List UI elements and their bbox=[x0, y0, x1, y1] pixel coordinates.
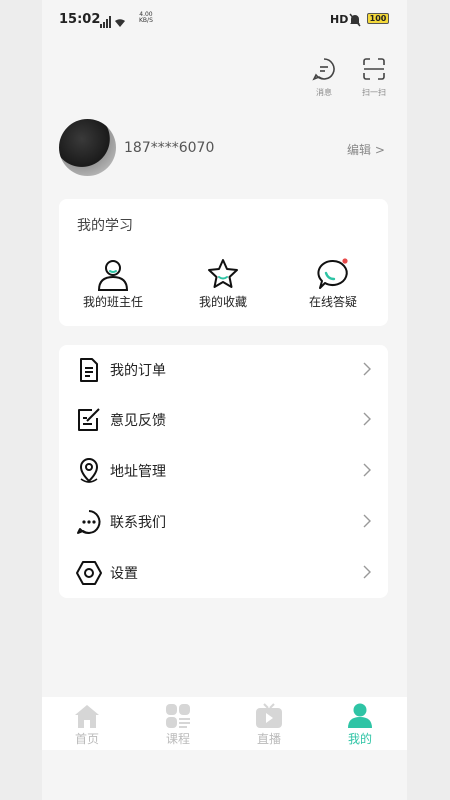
tab-live[interactable]: 直播 bbox=[239, 703, 299, 747]
settings-hexagon-icon bbox=[75, 559, 103, 587]
person-icon bbox=[63, 257, 163, 291]
status-bar: 15:02 4.00 KB/S HD 100 bbox=[42, 0, 407, 40]
document-icon bbox=[75, 356, 103, 384]
my-head-teacher-label: 我的班主任 bbox=[82, 295, 143, 309]
my-learning-card: 我的学习 我的班主任 我的收藏 在线答疑 bbox=[59, 199, 388, 326]
chevron-right-icon bbox=[362, 411, 372, 431]
menu-item-label: 意见反馈 bbox=[110, 413, 166, 429]
hd-indicator: HD bbox=[330, 13, 349, 26]
online-qa-button[interactable]: 在线答疑 bbox=[283, 257, 383, 310]
avatar[interactable] bbox=[59, 119, 116, 176]
tab-mine-label: 我的 bbox=[347, 732, 372, 746]
menu-item-orders[interactable]: 我的订单 bbox=[59, 345, 388, 395]
chat-bubble-icon bbox=[283, 257, 383, 291]
my-head-teacher-button[interactable]: 我的班主任 bbox=[63, 257, 163, 310]
tab-courses-label: 课程 bbox=[165, 732, 190, 746]
net-speed-unit: KB/S bbox=[139, 17, 153, 24]
home-icon bbox=[57, 703, 117, 729]
status-time: 15:02 bbox=[59, 12, 101, 27]
menu-item-label: 我的订单 bbox=[110, 363, 166, 379]
tab-home-label: 首页 bbox=[74, 732, 99, 746]
tab-live-label: 直播 bbox=[256, 732, 281, 746]
scan-button[interactable]: 扫一扫 bbox=[360, 57, 388, 98]
menu-item-label: 联系我们 bbox=[110, 515, 166, 531]
net-speed: 4.00 KB/S bbox=[139, 12, 153, 24]
message-icon bbox=[312, 58, 336, 85]
signal-wifi-icon bbox=[100, 13, 136, 32]
tab-mine[interactable]: 我的 bbox=[330, 703, 390, 747]
scan-icon bbox=[362, 58, 386, 85]
menu-item-settings[interactable]: 设置 bbox=[59, 548, 388, 598]
chevron-right-icon bbox=[362, 513, 372, 533]
edit-profile-link[interactable]: 编辑 > bbox=[347, 141, 385, 158]
feedback-edit-icon bbox=[75, 406, 103, 434]
menu-item-label: 设置 bbox=[110, 566, 138, 582]
location-pin-icon bbox=[75, 457, 103, 485]
grid-icon bbox=[148, 703, 208, 729]
bottom-tab-bar: 首页 课程 直播 我的 bbox=[42, 697, 407, 750]
message-button[interactable]: 消息 bbox=[310, 57, 338, 98]
mute-bell-icon bbox=[348, 12, 362, 31]
tv-play-icon bbox=[239, 703, 299, 729]
battery-indicator: 100 bbox=[367, 13, 389, 24]
chevron-right-icon bbox=[362, 462, 372, 482]
my-favorites-button[interactable]: 我的收藏 bbox=[173, 257, 273, 310]
menu-list: 我的订单 意见反馈 地址管理 联系我们 设置 bbox=[59, 345, 388, 598]
tab-home[interactable]: 首页 bbox=[57, 703, 117, 747]
scan-label: 扫一扫 bbox=[362, 88, 386, 97]
message-label: 消息 bbox=[316, 88, 332, 97]
user-icon bbox=[330, 703, 390, 729]
app-screen: 15:02 4.00 KB/S HD 100 消息 扫一扫 187****607… bbox=[42, 0, 407, 800]
my-learning-title: 我的学习 bbox=[77, 218, 133, 234]
menu-item-contact[interactable]: 联系我们 bbox=[59, 497, 388, 547]
my-favorites-label: 我的收藏 bbox=[198, 295, 247, 309]
star-icon bbox=[173, 257, 273, 291]
user-phone: 187****6070 bbox=[124, 140, 215, 156]
chevron-right-icon bbox=[362, 361, 372, 381]
tab-courses[interactable]: 课程 bbox=[148, 703, 208, 747]
menu-item-feedback[interactable]: 意见反馈 bbox=[59, 395, 388, 445]
menu-item-address[interactable]: 地址管理 bbox=[59, 446, 388, 496]
online-qa-label: 在线答疑 bbox=[308, 295, 357, 309]
chevron-right-icon bbox=[362, 564, 372, 584]
chat-dots-icon bbox=[75, 508, 103, 536]
menu-item-label: 地址管理 bbox=[110, 464, 166, 480]
